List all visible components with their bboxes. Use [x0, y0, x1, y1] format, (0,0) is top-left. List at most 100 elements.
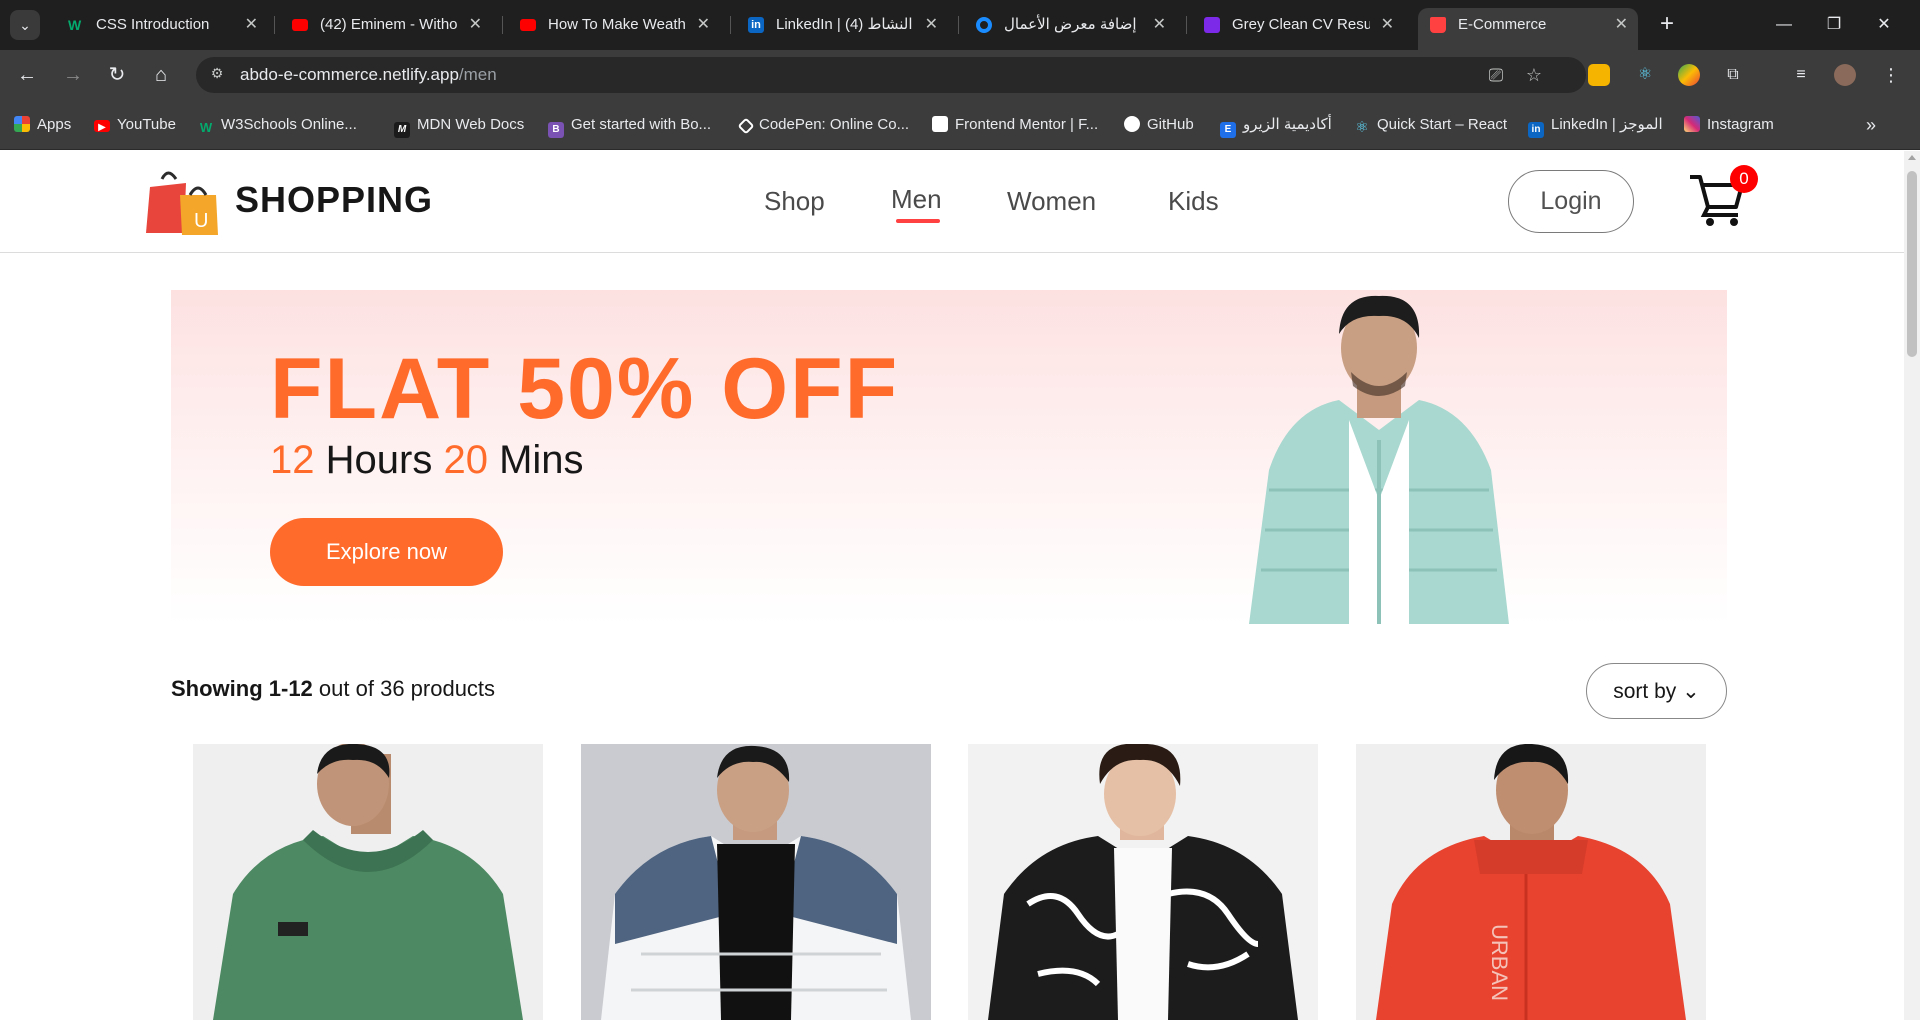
browser-tabstrip: ⌄ W CSS Introduction ✕ (42) Eminem - Wit… — [0, 0, 1920, 50]
bookmark-github[interactable]: GitHub — [1124, 100, 1194, 150]
close-icon[interactable]: ✕ — [469, 8, 482, 42]
tab-search-chevron-icon[interactable]: ⌄ — [10, 10, 40, 40]
product-card[interactable] — [581, 744, 931, 1020]
bookmark-star-icon[interactable]: ☆ — [1522, 63, 1546, 87]
e-icon: E — [1220, 122, 1236, 138]
product-image: URBAN — [1356, 744, 1706, 1020]
back-arrow-icon[interactable]: ← — [12, 60, 42, 90]
site-info-icon[interactable]: ⚙ — [206, 65, 228, 85]
shopping-bag-icon — [1430, 17, 1446, 33]
w3schools-icon: W — [68, 17, 82, 33]
bookmark-w3schools[interactable]: W W3Schools Online... — [198, 100, 357, 150]
product-image — [193, 744, 543, 1020]
page-viewport: U SHOPPING Shop Men Women Kids Login 0 F… — [0, 151, 1904, 1020]
close-icon[interactable]: ✕ — [1153, 8, 1166, 42]
nav-shop[interactable]: Shop — [764, 186, 825, 217]
bookmark-zero-academy[interactable]: E أكاديمية الزيرو — [1220, 100, 1332, 150]
linkedin-icon: in — [1528, 122, 1544, 138]
github-icon — [1124, 116, 1140, 132]
more-menu-icon[interactable]: ⋮ — [1880, 64, 1902, 86]
nav-kids[interactable]: Kids — [1168, 186, 1219, 217]
tab-separator — [274, 16, 275, 34]
close-icon[interactable]: ✕ — [1615, 8, 1628, 42]
tab-cv-resume[interactable]: Grey Clean CV Resume ✕ — [1192, 8, 1404, 42]
codepen-icon — [737, 117, 755, 135]
svg-text:URBAN: URBAN — [1487, 924, 1512, 1001]
keep-extension-icon[interactable] — [1588, 64, 1610, 86]
bookmark-mdn[interactable]: M MDN Web Docs — [394, 100, 524, 150]
canva-icon — [1204, 17, 1220, 33]
bookmark-label: أكاديمية الزيرو — [1243, 116, 1332, 133]
tab-title: Grey Clean CV Resume — [1232, 16, 1370, 33]
tab-title: LinkedIn | النشاط (4) — [776, 16, 913, 33]
scrollbar-thumb[interactable] — [1907, 171, 1917, 357]
reload-icon[interactable]: ↻ — [102, 60, 132, 90]
login-button[interactable]: Login — [1508, 170, 1634, 233]
profile-avatar[interactable] — [1834, 64, 1856, 86]
bookmark-react[interactable]: ⚛ Quick Start – React — [1354, 100, 1507, 150]
product-card[interactable] — [193, 744, 543, 1020]
shopping-bag-logo-icon[interactable]: U — [144, 165, 220, 237]
bookmark-label: W3Schools Online... — [221, 116, 357, 133]
site-logo-text[interactable]: SHOPPING — [235, 179, 433, 221]
product-card[interactable] — [968, 744, 1318, 1020]
bookmark-instagram[interactable]: Instagram — [1684, 100, 1774, 150]
product-image — [581, 744, 931, 1020]
tab-separator — [502, 16, 503, 34]
bookmark-youtube[interactable]: ▶ YouTube — [94, 100, 176, 150]
nav-women[interactable]: Women — [1007, 186, 1096, 217]
close-icon[interactable]: ✕ — [925, 8, 938, 42]
close-icon[interactable]: ✕ — [245, 8, 258, 42]
tab-weather-app[interactable]: How To Make Weather App ✕ — [508, 8, 720, 42]
install-app-icon[interactable]: ⎚ — [1484, 63, 1508, 87]
nav-men[interactable]: Men — [891, 184, 942, 215]
media-controls-icon[interactable]: ≡ — [1790, 64, 1812, 86]
countdown-mins-label: Mins — [499, 438, 584, 482]
home-icon[interactable]: ⌂ — [146, 60, 176, 90]
forward-arrow-icon[interactable]: → — [58, 60, 88, 90]
tab-css-introduction[interactable]: W CSS Introduction ✕ — [56, 8, 268, 42]
tab-portfolio[interactable]: إضافة معرض الأعمال ✕ — [964, 8, 1176, 42]
product-card[interactable]: URBAN — [1356, 744, 1706, 1020]
countdown-hours: 12 — [270, 438, 315, 482]
instagram-icon — [1684, 116, 1700, 132]
window-close-icon[interactable]: ✕ — [1864, 10, 1904, 40]
explore-now-button[interactable]: Explore now — [270, 518, 503, 586]
extensions-puzzle-icon[interactable]: ⧉ — [1722, 64, 1744, 86]
bookmarks-overflow-icon[interactable]: » — [1866, 100, 1876, 150]
mdn-icon: M — [394, 122, 410, 138]
tab-e-commerce[interactable]: E-Commerce ✕ — [1418, 8, 1638, 50]
bookmark-apps[interactable]: Apps — [14, 100, 71, 150]
bookmark-linkedin[interactable]: in LinkedIn | الموجز — [1528, 100, 1663, 150]
circle-icon — [976, 17, 992, 33]
countdown-hours-label: Hours — [325, 438, 433, 482]
bookmark-frontend-mentor[interactable]: Frontend Mentor | F... — [932, 100, 1098, 150]
address-bar[interactable]: ⚙ abdo-e-commerce.netlify.app/men ⎚ ☆ — [196, 57, 1586, 93]
page-scrollbar[interactable] — [1904, 151, 1920, 1020]
tab-title: How To Make Weather App — [548, 16, 686, 33]
url-path: /men — [458, 65, 497, 84]
close-icon[interactable]: ✕ — [697, 8, 710, 42]
bookmark-label: MDN Web Docs — [417, 116, 525, 133]
bookmark-bootstrap[interactable]: B Get started with Bo... — [548, 100, 711, 150]
tab-title: إضافة معرض الأعمال — [1004, 16, 1137, 33]
color-picker-extension-icon[interactable] — [1678, 64, 1700, 86]
minimize-icon[interactable]: — — [1764, 10, 1804, 40]
sort-dropdown[interactable]: sort by ⌄ — [1586, 663, 1727, 719]
bookmark-codepen[interactable]: CodePen: Online Co... — [737, 100, 909, 150]
bookmark-label: Instagram — [1707, 116, 1774, 133]
url-host: abdo-e-commerce.netlify.app — [240, 65, 459, 84]
youtube-icon: ▶ — [94, 120, 110, 133]
close-icon[interactable]: ✕ — [1381, 8, 1394, 42]
product-image — [968, 744, 1318, 1020]
new-tab-plus-icon[interactable]: + — [1652, 10, 1682, 40]
restore-icon[interactable]: ❐ — [1814, 10, 1854, 40]
active-nav-underline — [896, 219, 940, 223]
bookmark-label: LinkedIn | الموجز — [1551, 116, 1663, 133]
tab-eminem[interactable]: (42) Eminem - Without Me ✕ — [280, 8, 492, 42]
tab-linkedin[interactable]: in LinkedIn | النشاط (4) ✕ — [736, 8, 948, 42]
frontend-mentor-icon — [932, 116, 948, 132]
url-text[interactable]: abdo-e-commerce.netlify.app/men — [240, 57, 497, 93]
scroll-up-arrow-icon[interactable] — [1908, 155, 1916, 160]
react-devtools-icon[interactable]: ⚛ — [1634, 64, 1656, 86]
